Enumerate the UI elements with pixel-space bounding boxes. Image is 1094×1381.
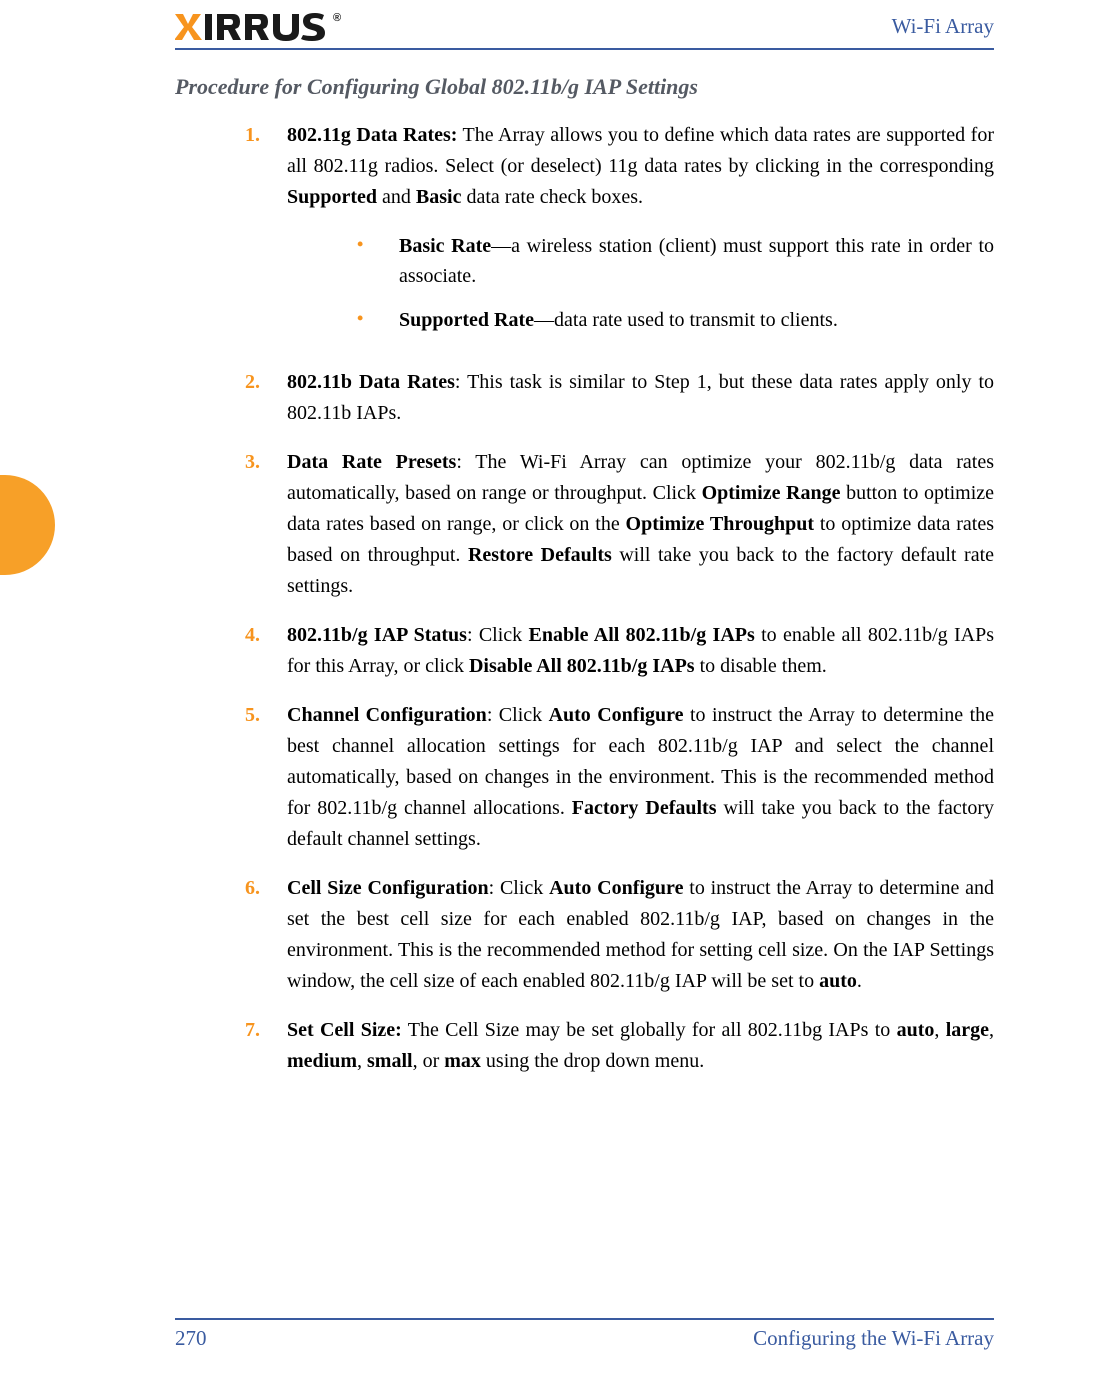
step-1: 1. 802.11g Data Rates: The Array allows … <box>245 120 994 349</box>
page-header: ® Wi-Fi Array <box>175 10 994 50</box>
sub-list: • Basic Rate—a wireless station (client)… <box>357 231 994 335</box>
step-lead: Cell Size Configuration <box>287 877 489 899</box>
page-number: 270 <box>175 1326 207 1351</box>
step-6: 6. Cell Size Configuration: Click Auto C… <box>245 873 994 997</box>
step-body: Data Rate Presets: The Wi-Fi Array can o… <box>287 447 994 602</box>
step-number: 6. <box>245 873 287 997</box>
sub-item-basic-rate: • Basic Rate—a wireless station (client)… <box>357 231 994 291</box>
step-number: 2. <box>245 367 287 429</box>
step-5: 5. Channel Configuration: Click Auto Con… <box>245 700 994 855</box>
step-lead: 802.11g Data Rates: <box>287 124 457 146</box>
bullet-icon: • <box>357 231 399 291</box>
step-lead: Channel Configuration <box>287 704 487 726</box>
step-7: 7. Set Cell Size: The Cell Size may be s… <box>245 1015 994 1077</box>
step-lead: 802.11b Data Rates <box>287 371 455 393</box>
page-container: ® Wi-Fi Array Procedure for Configuring … <box>0 0 1094 1077</box>
step-body: 802.11g Data Rates: The Array allows you… <box>287 120 994 349</box>
step-body: Channel Configuration: Click Auto Config… <box>287 700 994 855</box>
bullet-icon: • <box>357 305 399 335</box>
header-product-name: Wi-Fi Array <box>892 14 994 39</box>
reg-mark: ® <box>333 12 340 24</box>
step-3: 3. Data Rate Presets: The Wi-Fi Array ca… <box>245 447 994 602</box>
page-footer: 270 Configuring the Wi-Fi Array <box>175 1318 994 1351</box>
step-body: 802.11b Data Rates: This task is similar… <box>287 367 994 429</box>
step-lead: 802.11b/g IAP Status <box>287 624 467 646</box>
step-lead: Data Rate Presets <box>287 451 456 473</box>
step-lead: Set Cell Size: <box>287 1019 402 1041</box>
step-body: Cell Size Configuration: Click Auto Conf… <box>287 873 994 997</box>
step-number: 7. <box>245 1015 287 1077</box>
step-number: 3. <box>245 447 287 602</box>
step-number: 1. <box>245 120 287 349</box>
step-number: 4. <box>245 620 287 682</box>
procedure-list: 1. 802.11g Data Rates: The Array allows … <box>245 120 994 1077</box>
section-title: Procedure for Configuring Global 802.11b… <box>175 74 994 100</box>
step-2: 2. 802.11b Data Rates: This task is simi… <box>245 367 994 429</box>
logo-svg <box>175 10 325 42</box>
step-4: 4. 802.11b/g IAP Status: Click Enable Al… <box>245 620 994 682</box>
footer-section-name: Configuring the Wi-Fi Array <box>753 1326 994 1351</box>
step-body: 802.11b/g IAP Status: Click Enable All 8… <box>287 620 994 682</box>
xirrus-logo: ® <box>175 10 340 42</box>
step-body: Set Cell Size: The Cell Size may be set … <box>287 1015 994 1077</box>
sub-item-supported-rate: • Supported Rate—data rate used to trans… <box>357 305 994 335</box>
step-number: 5. <box>245 700 287 855</box>
